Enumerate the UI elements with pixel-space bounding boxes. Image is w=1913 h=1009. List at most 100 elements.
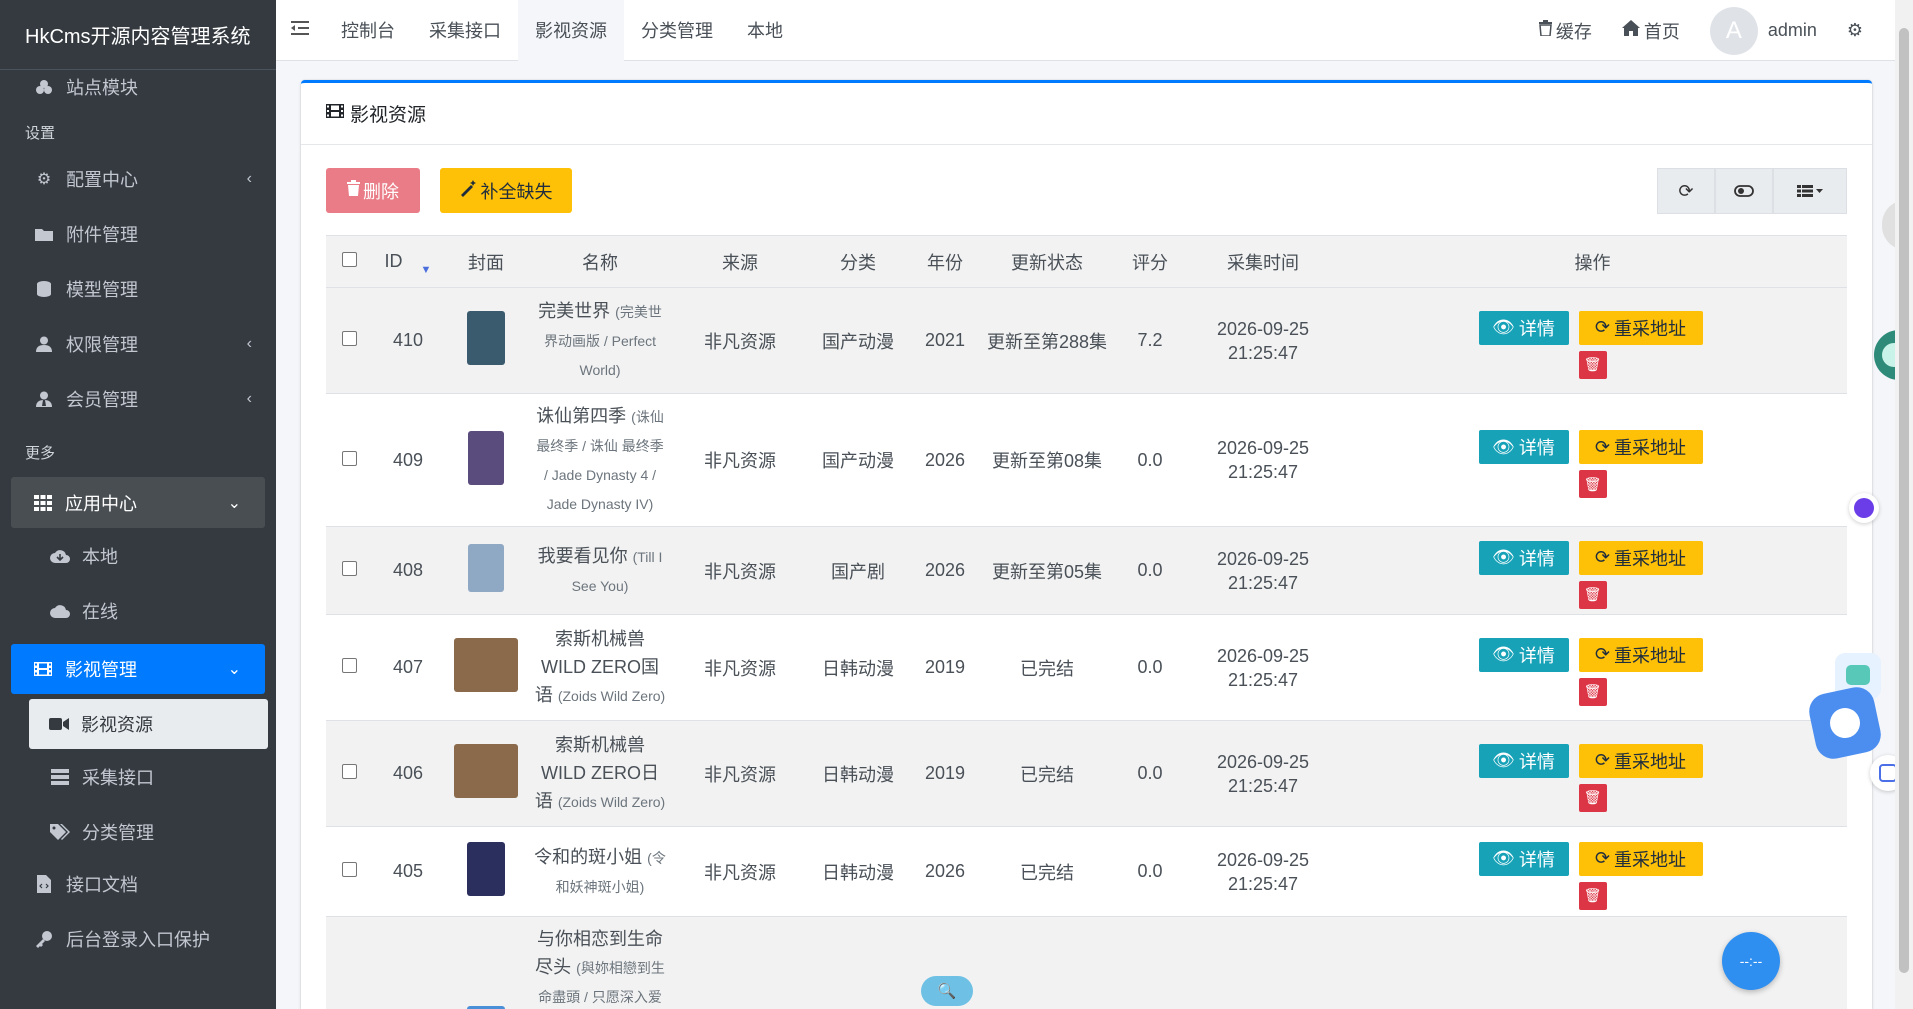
tab-local[interactable]: 本地 — [730, 0, 800, 61]
detail-label: 详情 — [1518, 645, 1555, 666]
delete-button[interactable]: 删除 — [326, 168, 420, 213]
sidebar-item-config[interactable]: ⚙ 配置中心 ‹ — [0, 151, 276, 206]
sidebar-item-api-docs[interactable]: 接口文档 — [0, 856, 276, 911]
row-delete-button[interactable]: 🗑 — [1578, 470, 1607, 498]
cover-image[interactable] — [467, 311, 505, 365]
cover-image[interactable] — [454, 744, 518, 798]
row-checkbox[interactable] — [341, 658, 357, 673]
sidebar-item-models[interactable]: 模型管理 — [0, 261, 276, 316]
detail-button[interactable]: 👁 详情 — [1478, 841, 1569, 876]
video-title: 令和的斑小姐 — [534, 846, 643, 867]
cell-score: 0.0 — [1112, 614, 1188, 721]
scrollbar[interactable] — [1895, 0, 1913, 1009]
timer-float[interactable]: --:-- — [1722, 932, 1780, 990]
row-checkbox[interactable] — [341, 764, 357, 779]
clear-cache-button[interactable]: 缓存 — [1538, 18, 1592, 44]
home-link[interactable]: 首页 — [1621, 18, 1680, 44]
timer-icon: --:-- — [1739, 953, 1763, 969]
server-icon — [50, 768, 70, 785]
collect-date: 2026-09-25 — [1216, 645, 1310, 666]
cover-image[interactable] — [454, 638, 518, 692]
tab-dashboard[interactable]: 控制台 — [324, 0, 412, 61]
user-menu[interactable]: A admin — [1709, 6, 1817, 55]
chat-bot-float[interactable] — [1849, 493, 1879, 523]
detail-label: 详情 — [1518, 438, 1555, 458]
tab-collect-api[interactable]: 采集接口 — [412, 0, 518, 61]
fill-missing-label: 补全缺失 — [480, 181, 553, 202]
cell-actions: 👁 详情 ⟳ 重采地址 🗑 — [1338, 720, 1847, 827]
sidebar-item-members[interactable]: 会员管理 ‹ — [0, 371, 276, 426]
video-title: 完美世界 — [538, 301, 611, 321]
row-delete-button[interactable]: 🗑 — [1578, 881, 1607, 910]
sidebar-item-attachments[interactable]: 附件管理 — [0, 206, 276, 261]
eye-icon: 👁 — [1492, 317, 1515, 337]
tags-icon — [50, 823, 70, 840]
recollect-button[interactable]: ⟳ 重采地址 — [1578, 540, 1703, 575]
table-row: 405 令和的斑小姐 (令和妖神斑小姐) 非凡资源 日韩动漫 2026 已完结 0.0 202… — [326, 826, 1847, 917]
col-id[interactable]: ID ▼ — [372, 235, 444, 288]
recollect-button[interactable]: ⟳ 重采地址 — [1578, 743, 1703, 778]
fill-missing-button[interactable]: 补全缺失 — [440, 168, 572, 213]
row-checkbox[interactable] — [341, 450, 357, 466]
sidebar-toggle-icon[interactable] — [276, 19, 324, 42]
content-card: 影视资源 删除 补全缺失 ⟳ ID ▼ 封面 名称 来源 分类 年份 更新状态 … — [301, 80, 1872, 1009]
row-delete-button[interactable]: 🗑 — [1578, 580, 1607, 609]
cloud-icon — [50, 604, 70, 618]
select-all-checkbox[interactable] — [341, 252, 357, 267]
refresh-button[interactable]: ⟳ — [1657, 168, 1715, 214]
sidebar-item-online[interactable]: 在线 — [0, 583, 276, 638]
columns-dropdown-button[interactable] — [1773, 168, 1847, 214]
cover-image[interactable] — [468, 544, 504, 592]
search-float-button[interactable]: 🔍 — [921, 976, 973, 1006]
sidebar-item-label: 接口文档 — [66, 874, 138, 895]
row-actions: 👁 详情 ⟳ 重采地址 🗑 — [1478, 743, 1707, 812]
toggle-view-button[interactable] — [1715, 168, 1773, 214]
toggle-icon — [1734, 181, 1754, 202]
cell-id: 409 — [372, 393, 444, 527]
tab-video-resources[interactable]: 影视资源 — [518, 0, 624, 61]
top-navbar: 控制台 采集接口 影视资源 分类管理 本地 缓存 首页 A admin ⚙ — [276, 0, 1913, 61]
brand-title[interactable]: HkCms开源内容管理系统 — [0, 0, 276, 70]
card-header: 影视资源 — [301, 83, 1872, 145]
row-delete-button[interactable]: 🗑 — [1578, 783, 1607, 812]
row-delete-button[interactable]: 🗑 — [1578, 677, 1607, 706]
row-delete-button[interactable]: 🗑 — [1578, 350, 1607, 379]
sidebar-item-local[interactable]: 本地 — [0, 528, 276, 583]
tab-categories[interactable]: 分类管理 — [624, 0, 730, 61]
sidebar-item-label: 本地 — [82, 546, 118, 567]
sidebar-item-collect-api[interactable]: 采集接口 — [0, 749, 276, 804]
scrollbar-thumb[interactable] — [1899, 28, 1909, 973]
recollect-button[interactable]: ⟳ 重采地址 — [1578, 430, 1703, 464]
cell-name: 完美世界 (完美世界动画版 / Perfect World) — [528, 287, 672, 394]
row-checkbox[interactable] — [341, 862, 357, 877]
sidebar-item-permissions[interactable]: 权限管理 ‹ — [0, 316, 276, 371]
cover-image[interactable] — [468, 430, 504, 485]
collect-clock: 21:25:47 — [1227, 873, 1299, 894]
row-select-cell — [326, 826, 372, 917]
detail-button[interactable]: 👁 详情 — [1478, 310, 1569, 345]
bird-float[interactable] — [1805, 683, 1885, 763]
cover-image[interactable] — [467, 842, 505, 896]
detail-button[interactable]: 👁 详情 — [1478, 637, 1569, 672]
user-icon — [34, 336, 54, 352]
sidebar-item-categories[interactable]: 分类管理 — [0, 804, 276, 859]
row-checkbox[interactable] — [341, 561, 357, 576]
recollect-button[interactable]: ⟳ 重采地址 — [1578, 637, 1703, 672]
detail-button[interactable]: 👁 详情 — [1478, 743, 1569, 778]
settings-button[interactable]: ⚙ — [1847, 20, 1863, 41]
sidebar-item-video-management[interactable]: 影视管理 ⌄ — [11, 644, 265, 694]
recollect-button[interactable]: ⟳ 重采地址 — [1578, 841, 1703, 876]
sidebar-item-site-modules[interactable]: 站点模块 — [0, 68, 276, 106]
recollect-button[interactable]: ⟳ 重采地址 — [1578, 310, 1703, 345]
detail-button[interactable]: 👁 详情 — [1478, 540, 1569, 575]
sidebar-item-login-protect[interactable]: 后台登录入口保护 — [0, 911, 276, 966]
sidebar-item-label: 采集接口 — [82, 767, 154, 788]
row-checkbox[interactable] — [341, 331, 357, 346]
detail-button[interactable]: 👁 详情 — [1478, 430, 1569, 464]
sidebar-item-app-center[interactable]: 应用中心 ⌄ — [11, 477, 265, 528]
cell-score — [1112, 916, 1188, 1009]
cell-name: 索斯机械兽WILD ZERO日语 (Zoids Wild Zero) — [528, 720, 672, 827]
sync-icon: ⟳ — [1594, 436, 1611, 457]
sidebar-item-video-resources[interactable]: 影视资源 — [29, 699, 268, 749]
cell-id: 407 — [372, 614, 444, 721]
